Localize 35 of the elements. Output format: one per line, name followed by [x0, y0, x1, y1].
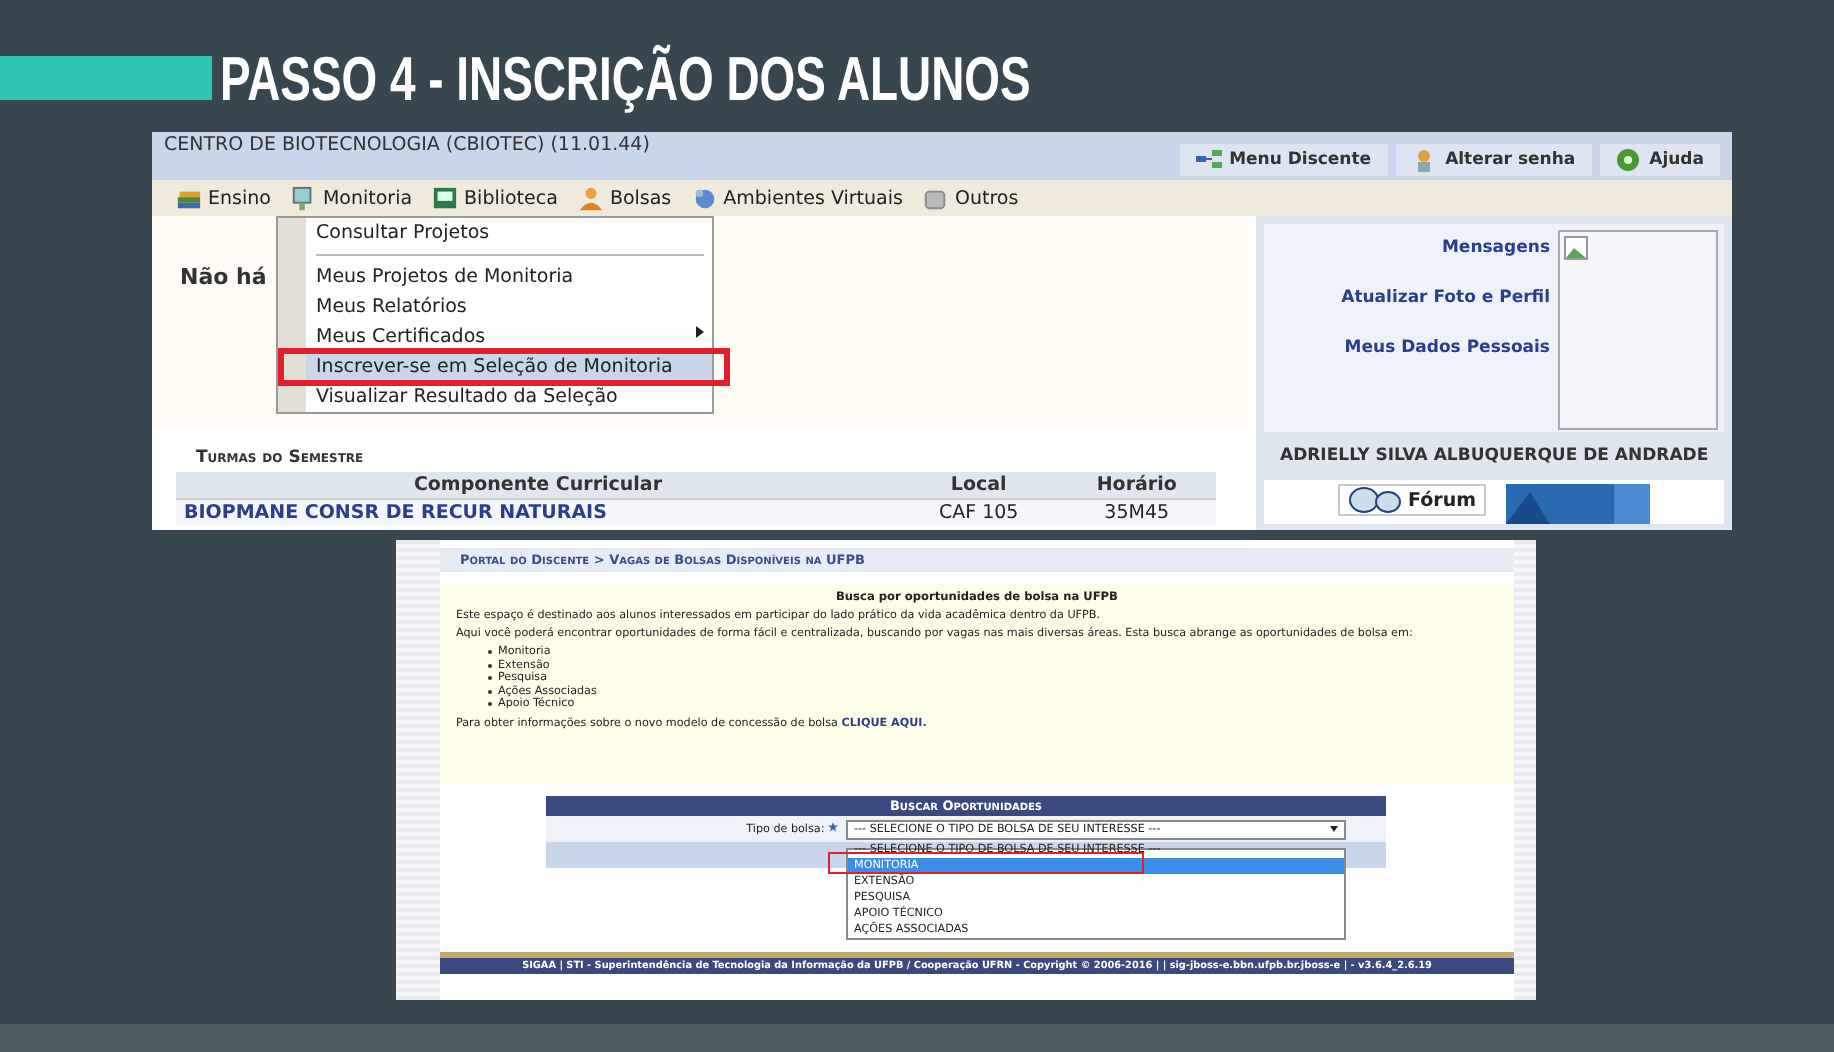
- profile-link[interactable]: Mensagens: [1341, 238, 1550, 258]
- profile-link[interactable]: Meus Dados Pessoais: [1341, 338, 1550, 358]
- top-link[interactable]: Alterar senha: [1395, 144, 1592, 176]
- menu-item[interactable]: Bolsas: [573, 183, 676, 213]
- student-name: ADRIELLY SILVA ALBUQUERQUE DE ANDRADE: [1278, 444, 1711, 470]
- section-title: Turmas do Semestre: [196, 448, 366, 468]
- notice-text: Não há: [180, 264, 267, 290]
- screen-icon: [432, 185, 459, 211]
- person-icon: [577, 185, 604, 211]
- forum-button[interactable]: Fórum: [1338, 484, 1486, 516]
- column-header: Componente Curricular: [176, 472, 900, 499]
- column-header: Local: [899, 472, 1058, 499]
- help-icon: [1615, 148, 1642, 172]
- dropdown-arrow-icon: [1330, 826, 1338, 832]
- box-icon: [922, 185, 949, 211]
- sitemap-icon: [1195, 148, 1222, 172]
- broken-image-icon: [1564, 236, 1588, 260]
- submenu-arrow-icon: [696, 326, 704, 338]
- menu-item[interactable]: Outros: [918, 183, 1023, 213]
- globe-icon: [691, 185, 718, 211]
- slide-title: PASSO 4 - INSCRIÇÃO DOS ALUNOS: [220, 44, 1031, 116]
- top-link[interactable]: Menu Discente: [1179, 144, 1388, 176]
- menu-item[interactable]: Biblioteca: [428, 183, 562, 213]
- unit-title: CENTRO DE BIOTECNOLOGIA (CBIOTEC) (11.01.44): [164, 134, 650, 156]
- table-cell: 35M45: [1057, 499, 1216, 526]
- top-link[interactable]: Ajuda: [1599, 144, 1720, 176]
- monitor-icon: [290, 185, 317, 211]
- table-cell: CAF 105: [899, 499, 1058, 526]
- column-header: Horário: [1057, 472, 1216, 499]
- menu-item[interactable]: Ambientes Virtuais: [687, 183, 907, 213]
- class-link[interactable]: BIOPMANE CONSR DE RECUR NATURAIS: [176, 499, 900, 526]
- menu-item[interactable]: Monitoria: [286, 183, 417, 213]
- menu-item[interactable]: Ensino: [172, 183, 275, 213]
- chat-bubbles-icon: [1348, 486, 1404, 514]
- profile-link[interactable]: Atualizar Foto e Perfil: [1341, 288, 1550, 308]
